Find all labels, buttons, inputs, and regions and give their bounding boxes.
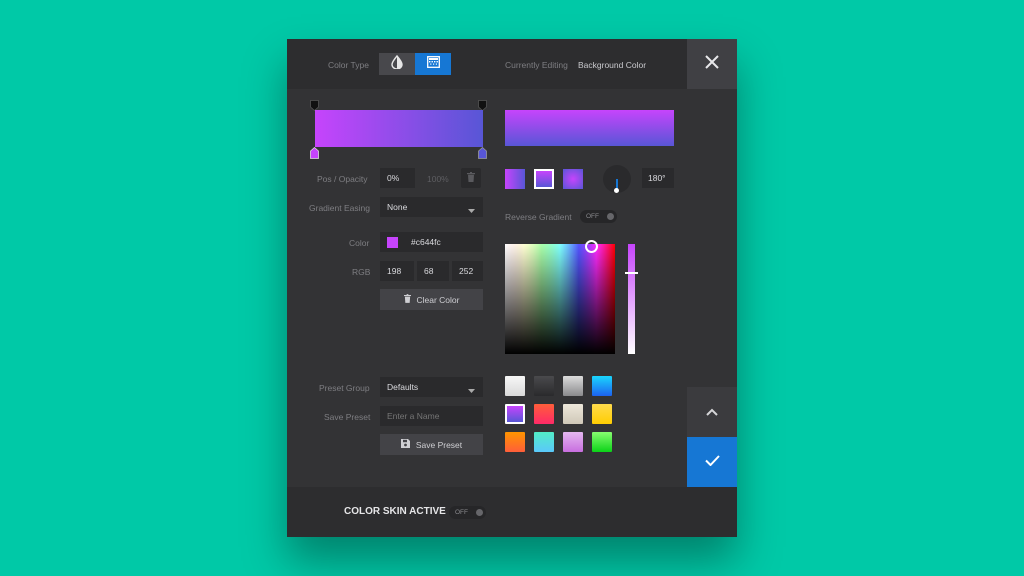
gradient-stop-end[interactable] xyxy=(478,146,487,159)
color-type-label: Color Type xyxy=(328,60,369,70)
gradient-editor-bar[interactable] xyxy=(315,110,483,147)
checkmark-icon xyxy=(704,453,720,471)
chevron-up-icon xyxy=(706,403,718,421)
preset-swatch[interactable] xyxy=(592,376,612,396)
gradient-color-type-button[interactable] xyxy=(415,53,451,75)
green-input[interactable]: 68 xyxy=(417,261,449,281)
chevron-down-icon xyxy=(468,385,475,395)
currently-editing-value: Background Color xyxy=(578,60,647,70)
pos-opacity-label: Pos / Opacity xyxy=(317,174,368,184)
red-input[interactable]: 198 xyxy=(380,261,414,281)
reverse-gradient-toggle[interactable]: OFF xyxy=(580,210,617,223)
opacity-value: 100% xyxy=(427,174,449,184)
save-preset-button[interactable]: Save Preset xyxy=(380,434,483,455)
drop-icon xyxy=(391,54,403,74)
gradient-easing-label: Gradient Easing xyxy=(309,203,370,213)
preset-swatch[interactable] xyxy=(563,376,583,396)
clear-color-label: Clear Color xyxy=(416,294,460,305)
preset-swatch[interactable] xyxy=(592,404,612,424)
position-input[interactable]: 0% xyxy=(380,168,415,188)
angle-input[interactable]: 180° xyxy=(642,168,674,188)
preset-swatch-selected[interactable] xyxy=(505,404,525,424)
collapse-button[interactable] xyxy=(687,387,737,437)
color-label: Color xyxy=(349,238,370,248)
direction-vertical-swatch[interactable] xyxy=(534,169,554,189)
reverse-gradient-label: Reverse Gradient xyxy=(505,212,572,222)
hex-input[interactable]: #c644fc xyxy=(380,232,483,252)
color-picker-panel: Color Type Currently Editing Background … xyxy=(287,39,737,537)
color-skin-toggle-state: OFF xyxy=(455,509,468,516)
direction-radial-swatch[interactable] xyxy=(563,169,583,189)
color-swatch xyxy=(387,236,398,248)
floppy-disk-icon xyxy=(400,439,410,450)
solid-color-type-button[interactable] xyxy=(379,53,415,75)
gradient-icon xyxy=(426,55,440,73)
preset-group-value: Defaults xyxy=(387,382,419,392)
gradient-stop-top-right[interactable] xyxy=(478,98,487,112)
preset-swatch[interactable] xyxy=(592,432,612,452)
opacity-slider[interactable] xyxy=(628,244,635,354)
header-bar: Color Type Currently Editing Background … xyxy=(287,39,687,89)
confirm-button[interactable] xyxy=(687,437,737,487)
opacity-slider-handle[interactable] xyxy=(625,272,638,274)
saturation-picker[interactable] xyxy=(505,244,615,354)
preset-group-select[interactable]: Defaults xyxy=(380,377,483,397)
preset-swatch[interactable] xyxy=(505,376,525,396)
chevron-down-icon xyxy=(468,205,475,215)
preset-group-label: Preset Group xyxy=(319,383,370,393)
reverse-toggle-state: OFF xyxy=(586,213,599,220)
currently-editing-label: Currently Editing xyxy=(505,60,568,70)
close-button[interactable] xyxy=(687,39,737,89)
footer-bar: COLOR SKIN ACTIVE OFF xyxy=(287,487,737,537)
preset-swatch[interactable] xyxy=(563,432,583,452)
save-preset-button-label: Save Preset xyxy=(415,439,463,450)
blue-input[interactable]: 252 xyxy=(452,261,483,281)
preset-swatch[interactable] xyxy=(534,404,554,424)
toggle-knob xyxy=(476,509,483,516)
rgb-label: RGB xyxy=(352,267,371,277)
toggle-knob xyxy=(607,213,614,220)
preset-swatch[interactable] xyxy=(534,376,554,396)
easing-value: None xyxy=(387,202,408,212)
preset-name-input[interactable] xyxy=(380,406,483,426)
direction-horizontal-swatch[interactable] xyxy=(505,169,525,189)
color-skin-active-label: COLOR SKIN ACTIVE xyxy=(344,506,446,517)
gradient-easing-select[interactable]: None xyxy=(380,197,483,217)
angle-dial-knob xyxy=(614,188,619,193)
angle-dial[interactable] xyxy=(603,165,631,193)
preset-swatch[interactable] xyxy=(534,432,554,452)
gradient-stop-top-left[interactable] xyxy=(310,98,319,112)
delete-stop-button[interactable] xyxy=(461,168,481,188)
color-skin-toggle[interactable]: OFF xyxy=(449,506,486,519)
close-icon xyxy=(705,54,719,74)
trash-icon xyxy=(403,294,411,305)
hex-value: #c644fc xyxy=(411,237,441,247)
save-preset-label: Save Preset xyxy=(324,412,371,422)
trash-icon xyxy=(467,169,475,187)
clear-color-button[interactable]: Clear Color xyxy=(380,289,483,310)
preset-swatch[interactable] xyxy=(505,432,525,452)
gradient-stop-start[interactable] xyxy=(310,146,319,159)
preset-swatch[interactable] xyxy=(563,404,583,424)
gradient-preview xyxy=(505,110,674,146)
picker-handle[interactable] xyxy=(585,240,598,253)
